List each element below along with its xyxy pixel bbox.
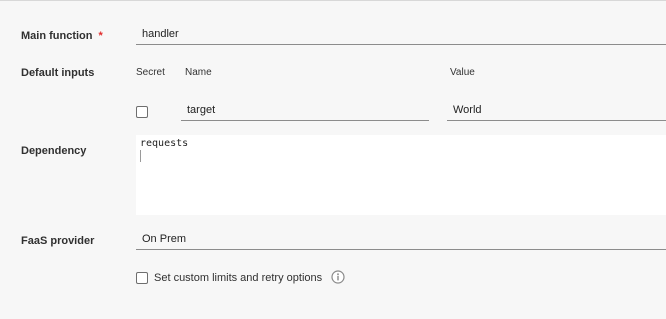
function-form: Main function * handler Default inputs Se… bbox=[0, 0, 666, 319]
input-value-field[interactable]: World bbox=[447, 101, 666, 121]
dependency-textarea[interactable]: requests bbox=[136, 135, 666, 215]
secret-checkbox[interactable] bbox=[136, 106, 148, 118]
main-function-label: Main function * bbox=[21, 30, 103, 42]
faas-provider-select[interactable]: On Prem bbox=[136, 230, 666, 250]
default-inputs-label: Default inputs bbox=[21, 67, 95, 79]
custom-limits-checkbox[interactable] bbox=[136, 272, 148, 284]
secret-column-header: Secret bbox=[136, 67, 165, 78]
faas-provider-label: FaaS provider bbox=[21, 235, 95, 247]
required-marker: * bbox=[98, 30, 103, 42]
custom-limits-label: Set custom limits and retry options bbox=[154, 272, 323, 284]
main-function-input[interactable]: handler bbox=[136, 25, 666, 45]
info-circle-icon[interactable] bbox=[331, 270, 345, 284]
main-function-label-text: Main function bbox=[21, 30, 93, 42]
dependency-label: Dependency bbox=[21, 145, 87, 157]
value-column-header: Value bbox=[450, 67, 475, 78]
name-column-header: Name bbox=[185, 67, 212, 78]
text-caret bbox=[140, 150, 141, 162]
top-divider bbox=[0, 0, 666, 1]
input-name-field[interactable]: target bbox=[181, 101, 429, 121]
